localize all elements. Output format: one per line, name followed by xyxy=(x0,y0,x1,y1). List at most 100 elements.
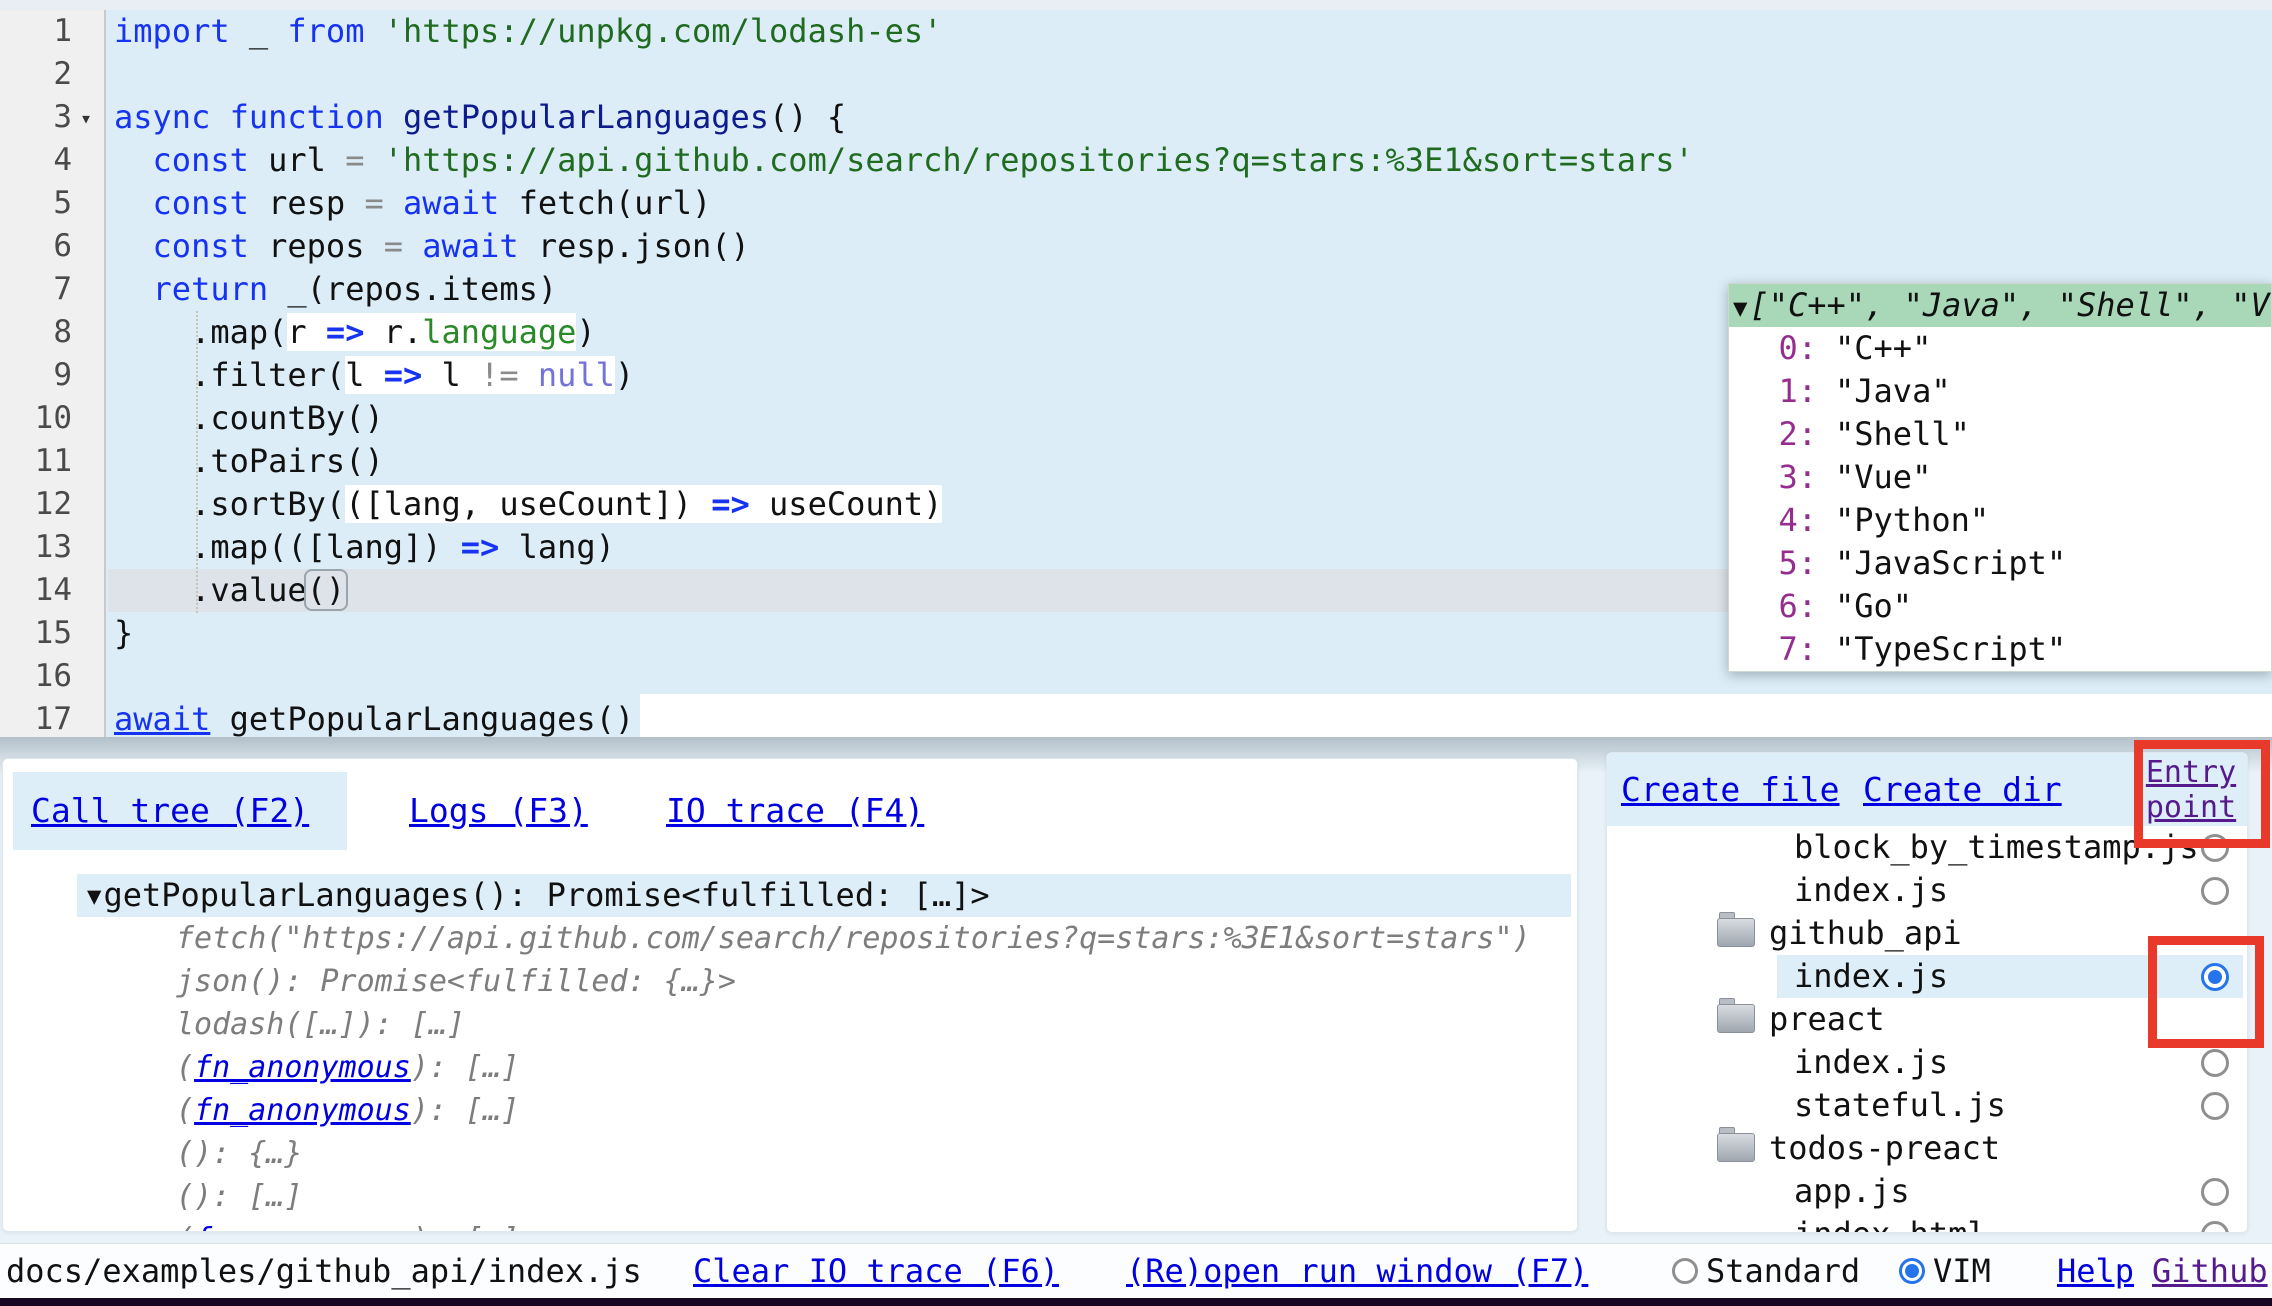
line-number[interactable]: 15 xyxy=(0,612,72,655)
call-tree-row[interactable]: (): […] xyxy=(176,1175,1577,1218)
code-token xyxy=(384,98,403,136)
code-token: return xyxy=(153,270,269,308)
code-token: .map(([lang]) xyxy=(114,528,461,566)
entry-point-radio-button[interactable] xyxy=(2201,877,2229,905)
line-number[interactable]: 10 xyxy=(0,397,72,440)
line-number[interactable]: 16 xyxy=(0,655,72,698)
fold-marker-icon[interactable]: ▾ xyxy=(80,96,100,139)
fn-anonymous-link[interactable]: fn_anonymous xyxy=(194,1093,411,1128)
line-number[interactable]: 8 xyxy=(0,311,72,354)
collapse-arrow-icon[interactable]: ▼ xyxy=(1729,294,1749,322)
line-number[interactable]: 12 xyxy=(0,483,72,526)
file-row-index.js[interactable]: index.js xyxy=(1607,869,2247,912)
file-name: preact xyxy=(1769,1000,1885,1038)
code-token: _ xyxy=(230,12,288,50)
call-tree-row-selected[interactable]: ▼getPopularLanguages(): Promise<fulfille… xyxy=(87,874,1577,917)
code-token: getPopularLanguages xyxy=(403,98,769,136)
line-number[interactable]: 3 xyxy=(0,96,72,139)
fn-anonymous-link[interactable]: fn_anonymous xyxy=(194,1050,411,1085)
code-token xyxy=(114,141,153,179)
line-number[interactable]: 1 xyxy=(0,10,72,53)
call-tree-text: (): {…} xyxy=(176,1136,302,1171)
mode-standard-option[interactable]: Standard xyxy=(1672,1244,1860,1299)
file-name: index.js xyxy=(1794,871,1948,909)
call-tree-row[interactable]: (fn_anonymous): […] xyxy=(176,1218,1577,1232)
call-tree-text: ): […] xyxy=(411,1093,519,1128)
value-inspector-header[interactable]: ▼["C++", "Java", "Shell", "V xyxy=(1729,284,2271,327)
reopen-run-window-button[interactable]: (Re)open run window (F7) xyxy=(1126,1244,1588,1299)
line-number[interactable]: 14 xyxy=(0,569,72,612)
call-tree-text: ( xyxy=(176,1222,194,1232)
array-index: 7: xyxy=(1729,628,1817,671)
code-token: _(repos.items) xyxy=(268,270,557,308)
fn-anonymous-link[interactable]: fn_anonymous xyxy=(194,1222,411,1232)
create-file-button[interactable]: Create file xyxy=(1621,753,1840,826)
code-token: => xyxy=(711,485,750,523)
tab-io-trace-f4-[interactable]: IO trace (F4) xyxy=(666,772,924,850)
line-number[interactable]: 13 xyxy=(0,526,72,569)
github-link[interactable]: Github xyxy=(2152,1244,2268,1299)
code-token: getPopularLanguages() xyxy=(210,700,634,737)
code-token xyxy=(364,12,383,50)
call-tree-row[interactable]: lodash([…]): […] xyxy=(176,1003,1577,1046)
help-link[interactable]: Help xyxy=(2057,1244,2134,1299)
line-number[interactable]: 4 xyxy=(0,139,72,182)
annotation-box-selected-radio xyxy=(2148,936,2264,1048)
entry-point-radio-button[interactable] xyxy=(2201,1049,2229,1077)
line-number[interactable]: 11 xyxy=(0,440,72,483)
tab-call-tree-f2-[interactable]: Call tree (F2) xyxy=(31,772,309,850)
top-edge-strip xyxy=(0,0,2272,10)
call-tree-text: lodash([…]): […] xyxy=(176,1007,465,1042)
code-token: .toPairs() xyxy=(114,442,384,480)
standard-radio-label: Standard xyxy=(1706,1252,1860,1290)
entry-point-radio-button[interactable] xyxy=(2201,1221,2229,1233)
code-token: await xyxy=(422,227,518,265)
code-token: => xyxy=(326,313,365,351)
call-tree-text: ): […] xyxy=(411,1050,519,1085)
file-name: github_api xyxy=(1769,914,1962,952)
array-index: 1: xyxy=(1729,370,1817,413)
vim-radio-button[interactable] xyxy=(1899,1258,1925,1284)
file-name: index.html xyxy=(1794,1215,1987,1233)
call-tree-row[interactable]: (fn_anonymous): […] xyxy=(176,1089,1577,1132)
create-dir-button[interactable]: Create dir xyxy=(1863,753,2062,826)
code-token: () xyxy=(304,569,349,611)
line-number[interactable]: 5 xyxy=(0,182,72,225)
code-token: useCount) xyxy=(750,485,943,523)
inspector-array-item: 0:"C++" xyxy=(1729,327,2271,370)
line-number[interactable]: 17 xyxy=(0,698,72,737)
call-tree-row[interactable]: (fn_anonymous): […] xyxy=(176,1046,1577,1089)
current-file-path: docs/examples/github_api/index.js xyxy=(6,1244,642,1299)
file-row-stateful.js[interactable]: stateful.js xyxy=(1607,1084,2247,1127)
code-token: await xyxy=(114,700,210,737)
clear-io-trace-button[interactable]: Clear IO trace (F6) xyxy=(693,1244,1059,1299)
entry-point-radio-button[interactable] xyxy=(2201,1092,2229,1120)
leporello-app: import _ from 'https://unpkg.com/lodash-… xyxy=(0,0,2272,1306)
code-token: .filter( xyxy=(114,356,345,394)
call-tree-row[interactable]: json(): Promise<fulfilled: {…}> xyxy=(176,960,1577,1003)
file-row-app.js[interactable]: app.js xyxy=(1607,1170,2247,1213)
code-line xyxy=(108,53,2272,96)
line-number[interactable]: 2 xyxy=(0,53,72,96)
tab-logs-f3-[interactable]: Logs (F3) xyxy=(409,772,588,850)
file-name: index.js xyxy=(1794,957,1948,995)
mode-vim-option[interactable]: VIM xyxy=(1899,1244,1991,1299)
expand-arrow-icon[interactable]: ▼ xyxy=(87,882,103,910)
line-number[interactable]: 9 xyxy=(0,354,72,397)
entry-point-radio-button[interactable] xyxy=(2201,1178,2229,1206)
standard-radio-button[interactable] xyxy=(1672,1258,1698,1284)
code-token: r xyxy=(287,313,326,351)
code-token: = xyxy=(364,184,383,222)
call-tree-row[interactable]: (): {…} xyxy=(176,1132,1577,1175)
code-token xyxy=(403,227,422,265)
line-number[interactable]: 6 xyxy=(0,225,72,268)
line-number[interactable]: 7 xyxy=(0,268,72,311)
folder-row-todos-preact[interactable]: todos-preact xyxy=(1607,1127,2247,1170)
array-index: 2: xyxy=(1729,413,1817,456)
call-tree-row[interactable]: fetch("https://api.github.com/search/rep… xyxy=(176,917,1577,960)
code-token: ) xyxy=(615,356,634,394)
line-number-gutter[interactable]: 123▾4567891011121314151617 xyxy=(0,10,106,737)
file-row-index.html[interactable]: index.html xyxy=(1607,1213,2247,1233)
array-index: 6: xyxy=(1729,585,1817,628)
code-token: l xyxy=(422,356,480,394)
